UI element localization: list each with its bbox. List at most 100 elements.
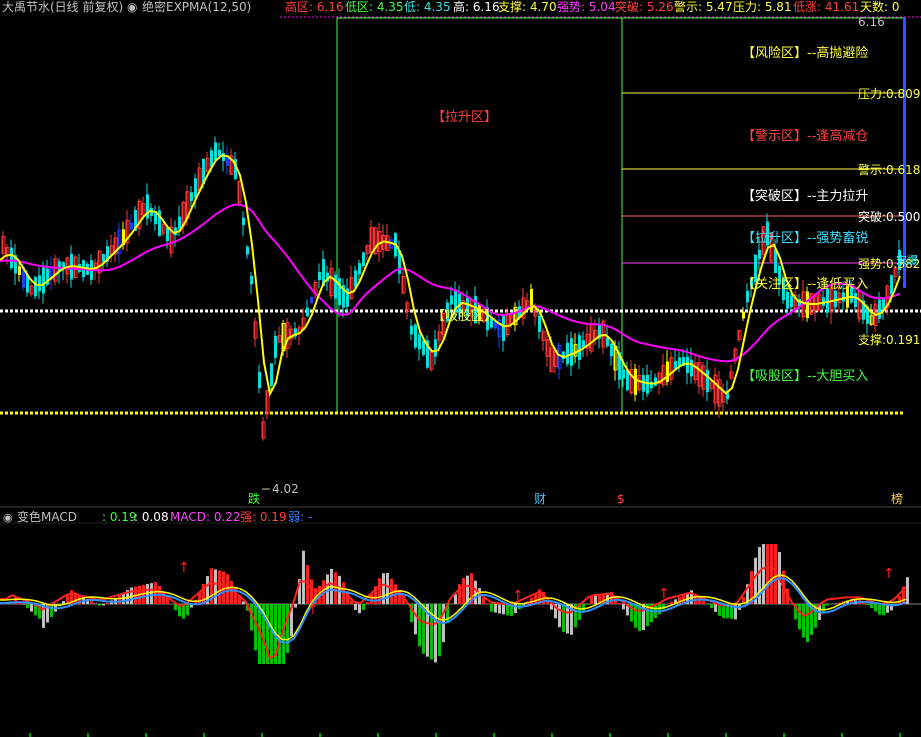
candle (34, 277, 37, 297)
candle (690, 359, 693, 377)
up-arrow-icon: ↑ (178, 560, 190, 576)
macd-bar (186, 604, 189, 616)
candle (606, 337, 609, 347)
macd-bar (98, 604, 101, 606)
candle (306, 307, 309, 317)
macd-macd: MACD: 0.22 (170, 510, 241, 524)
macd-bar (458, 584, 461, 604)
macd-bar (562, 604, 565, 633)
macd-bar (22, 604, 25, 605)
candle (410, 325, 413, 335)
marker-bang: 榜 (891, 491, 903, 506)
candle (654, 377, 657, 386)
macd-bar (106, 602, 109, 604)
macd-qiang: 强: 0.19 (240, 510, 287, 524)
price-chart[interactable]: 【风险区】--高抛避险 【警示区】--逢高减仓 【突破区】--主力拉升 【拉升区… (0, 0, 921, 737)
candle (622, 369, 625, 379)
macd-bar (530, 597, 533, 604)
zone-label-lasheng: 【拉升区】--强势畜锐 (742, 230, 868, 246)
macd-bar (214, 569, 217, 604)
candle (578, 335, 581, 360)
zone-label-tupo: 【突破区】--主力拉升 (742, 188, 868, 204)
macd-panel-icon[interactable]: ◉ (3, 511, 13, 524)
macd-bar (102, 604, 105, 606)
up-arrow-icon: ↑ (883, 566, 895, 582)
candle (742, 311, 745, 319)
candle (354, 270, 357, 287)
macd-bar (462, 578, 465, 604)
macd-bar (898, 596, 901, 604)
candle (678, 357, 681, 366)
candle (610, 343, 613, 357)
macd-bar (438, 604, 441, 657)
macd-bar (558, 604, 561, 628)
level-yali-label: 压力:0.809 (858, 87, 920, 101)
macd-bar (386, 572, 389, 604)
candle (210, 150, 213, 167)
candle (686, 356, 689, 374)
candle (10, 247, 13, 269)
candle (242, 217, 245, 225)
candle (194, 178, 197, 198)
macd-bar (418, 604, 421, 647)
candle (18, 266, 21, 276)
macd-bar (278, 604, 281, 664)
low-price-marker: 4.02 (272, 482, 299, 496)
macd-bar (254, 604, 257, 651)
marker-die: 跌 (248, 491, 260, 506)
macd-bar (874, 604, 877, 612)
macd-bar (502, 604, 505, 615)
macd-bar (230, 581, 233, 604)
macd-bar (362, 604, 365, 610)
candle (258, 371, 261, 389)
bottom-ticks (29, 733, 901, 737)
up-arrow-icon: ↑ (658, 586, 670, 602)
macd-bar (454, 594, 457, 604)
macd-bar (882, 604, 885, 616)
candle (318, 271, 321, 281)
macd-bar (270, 604, 273, 664)
candle (450, 295, 453, 305)
up-arrow-icon: ↑ (466, 588, 478, 604)
candle (42, 266, 45, 294)
macd-title[interactable]: 变色MACD (17, 509, 77, 524)
candle (786, 291, 789, 309)
candle (570, 338, 573, 366)
macd-bar (494, 604, 497, 613)
macd-bar (762, 544, 765, 604)
macd-bar (702, 601, 705, 604)
macd-bar (26, 604, 29, 609)
macd-bar (218, 570, 221, 604)
macd-bar (50, 604, 53, 618)
candle (790, 295, 793, 308)
macd-bar (302, 550, 305, 604)
macd-bar (366, 602, 369, 604)
macd-bar (622, 604, 625, 610)
macd-bar (822, 604, 825, 612)
macd-bar (226, 574, 229, 604)
zone-label-xiguqu: 【吸股区】--大胆买入 (742, 369, 868, 384)
candle (774, 249, 777, 274)
candle (502, 314, 505, 342)
macd-bar (370, 594, 373, 604)
candle (246, 246, 249, 255)
candle (882, 299, 885, 309)
candle (890, 275, 893, 295)
candle (270, 363, 273, 386)
macd-bar (354, 604, 357, 610)
candle (806, 291, 809, 319)
level-zhicheng-label: 支撑:0.191 (858, 332, 920, 347)
up-arrow-icon: ↑ (307, 602, 319, 618)
candle (434, 339, 437, 357)
candle (362, 252, 365, 266)
macd-bar (714, 604, 717, 612)
macd-v2: : 0.08 (134, 510, 169, 524)
macd-bar (634, 604, 637, 628)
macd-bar (506, 604, 509, 616)
macd-bar (90, 601, 93, 604)
macd-bar (834, 603, 837, 604)
candle (566, 342, 569, 365)
candle (634, 368, 637, 395)
zone-label-lasheng-main: 【拉升区】 (432, 110, 497, 125)
macd-bar (222, 571, 225, 604)
